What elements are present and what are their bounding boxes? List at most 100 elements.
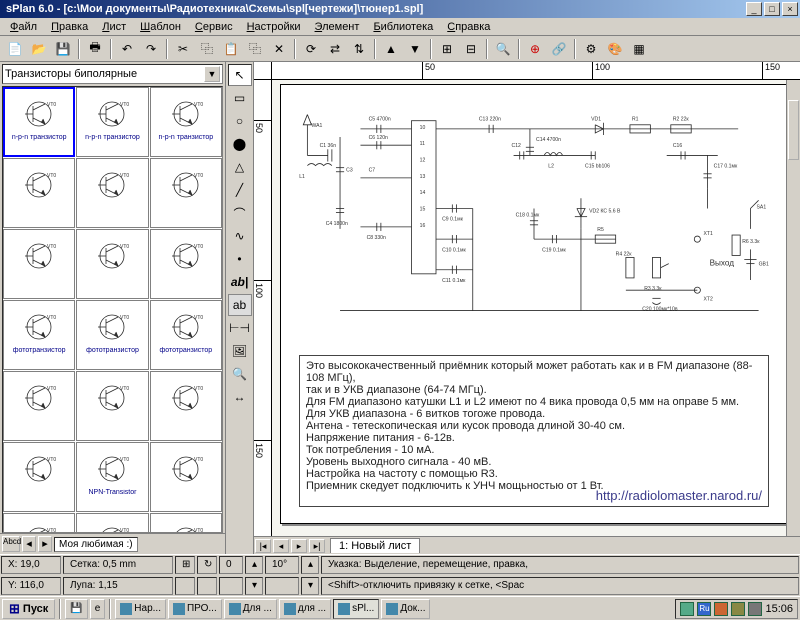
snap-dec2[interactable]: ▾ [301, 577, 319, 595]
zoom-tool[interactable]: 🔍 [228, 363, 252, 385]
zoom-button[interactable]: 🔍 [492, 38, 514, 60]
filled-tool[interactable]: ⬤ [228, 133, 252, 155]
cut-button[interactable]: ✂ [172, 38, 194, 60]
library-item[interactable]: VT0NPN-Transistor [76, 442, 148, 512]
snap-dec[interactable]: ▾ [245, 577, 263, 595]
menu-file[interactable]: Файл [4, 20, 43, 34]
menu-edit[interactable]: Правка [45, 20, 94, 34]
colors-button[interactable]: 🎨 [604, 38, 626, 60]
library-item[interactable]: VT0n-p-n транзистор [76, 87, 148, 157]
library-item[interactable]: VT0 [150, 371, 222, 441]
library-item[interactable]: VT0 [150, 158, 222, 228]
library-item[interactable]: VT0n-p-n транзистор [150, 87, 222, 157]
image-tool[interactable]: 🖼 [228, 340, 252, 362]
front-button[interactable]: ▲ [380, 38, 402, 60]
back-button[interactable]: ▼ [404, 38, 426, 60]
duplicate-button[interactable]: ⿻ [244, 38, 266, 60]
minimize-button[interactable]: _ [746, 2, 762, 16]
library-grid[interactable]: VT0n-p-n транзисторVT0n-p-n транзисторVT… [2, 86, 223, 533]
settings-button[interactable]: ⚙ [580, 38, 602, 60]
library-item[interactable]: VT0 [150, 513, 222, 533]
circle-tool[interactable]: ○ [228, 110, 252, 132]
lang-indicator[interactable]: Ru [697, 602, 711, 616]
tray-icon-2[interactable] [714, 602, 728, 616]
menu-settings[interactable]: Настройки [241, 20, 307, 34]
library-item[interactable]: VT0 [3, 158, 75, 228]
undo-button[interactable]: ↶ [116, 38, 138, 60]
tray-icon-4[interactable] [748, 602, 762, 616]
label-tool[interactable]: ab [228, 294, 252, 316]
maximize-button[interactable]: □ [764, 2, 780, 16]
paste-button[interactable]: 📋 [220, 38, 242, 60]
mirror-v-button[interactable]: ⇅ [348, 38, 370, 60]
library-item[interactable]: VT0 [3, 513, 75, 533]
menu-service[interactable]: Сервис [189, 20, 239, 34]
library-item[interactable]: VT0 [76, 158, 148, 228]
library-item[interactable]: VT0 [76, 513, 148, 533]
print-button[interactable]: 🖶 [84, 38, 106, 60]
menu-element[interactable]: Элемент [309, 20, 366, 34]
favorites-tab[interactable]: Моя любимая :) [54, 537, 138, 552]
task-button[interactable]: для ... [279, 599, 331, 619]
rotate-button[interactable]: ⟳ [300, 38, 322, 60]
arc-tool[interactable]: ⌒ [228, 202, 252, 224]
delete-button[interactable]: ✕ [268, 38, 290, 60]
quick-ie[interactable]: e [90, 599, 106, 619]
library-item[interactable]: VT0 [150, 229, 222, 299]
sheet-last[interactable]: ▸| [309, 539, 325, 553]
library-item[interactable]: VT0 [3, 371, 75, 441]
vertical-scrollbar[interactable] [786, 80, 800, 536]
rect-tool[interactable]: ▭ [228, 87, 252, 109]
snap-inc2[interactable]: ▴ [301, 556, 319, 574]
bezier-tool[interactable]: ∿ [228, 225, 252, 247]
fav-nav1[interactable]: ◂ [22, 536, 36, 552]
fav-prev-icon[interactable]: Abcd [2, 536, 20, 552]
system-tray[interactable]: Ru 15:06 [675, 599, 798, 619]
measure-tool[interactable]: ↔ [228, 386, 252, 408]
link-button[interactable]: 🔗 [548, 38, 570, 60]
snap-inc[interactable]: ▴ [245, 556, 263, 574]
fav-nav2[interactable]: ▸ [38, 536, 52, 552]
line-tool[interactable]: ╱ [228, 179, 252, 201]
sheet-first[interactable]: |◂ [255, 539, 271, 553]
task-button[interactable]: Док... [381, 599, 430, 619]
ungroup-button[interactable]: ⊟ [460, 38, 482, 60]
poly-tool[interactable]: △ [228, 156, 252, 178]
sheet-tab-1[interactable]: 1: Новый лист [330, 538, 420, 553]
copy-button[interactable]: ⿻ [196, 38, 218, 60]
new-button[interactable]: 📄 [4, 38, 26, 60]
snap-zero[interactable]: 0 [219, 556, 243, 574]
library-item[interactable]: VT0 [150, 442, 222, 512]
sheet-prev[interactable]: ◂ [273, 539, 289, 553]
menu-sheet[interactable]: Лист [96, 20, 132, 34]
mirror-h-button[interactable]: ⇄ [324, 38, 346, 60]
library-category-combo[interactable]: Транзисторы биполярные ▼ [2, 64, 223, 84]
library-item[interactable]: VT0фототранзистор [150, 300, 222, 370]
snap-toggle[interactable]: ⊞ [175, 556, 195, 574]
menu-library[interactable]: Библиотека [367, 20, 439, 34]
library-item[interactable]: VT0 [3, 442, 75, 512]
component-button[interactable]: ⊕ [524, 38, 546, 60]
library-item[interactable]: VT0фототранзистор [3, 300, 75, 370]
library-item[interactable]: VT0фототранзистор [76, 300, 148, 370]
tray-icon-1[interactable] [680, 602, 694, 616]
start-button[interactable]: ⊞ Пуск [2, 599, 55, 619]
sheet-next[interactable]: ▸ [291, 539, 307, 553]
snap-angle-toggle[interactable]: ↻ [197, 556, 217, 574]
tray-icon-3[interactable] [731, 602, 745, 616]
task-button[interactable]: Нар... [115, 599, 166, 619]
dimension-tool[interactable]: ⊢⊣ [228, 317, 252, 339]
library-item[interactable]: VT0 [76, 229, 148, 299]
chevron-down-icon[interactable]: ▼ [204, 66, 220, 82]
drawing-area[interactable]: WA1 C1 36n L1 C3 C4 1800n [272, 80, 800, 536]
quick-save[interactable]: 💾 [65, 599, 87, 619]
menu-template[interactable]: Шаблон [134, 20, 187, 34]
text-tool[interactable]: ab| [228, 271, 252, 293]
task-button[interactable]: Для ... [224, 599, 277, 619]
snap-angle-value[interactable]: 10° [265, 556, 299, 574]
group-button[interactable]: ⊞ [436, 38, 458, 60]
open-button[interactable]: 📂 [28, 38, 50, 60]
redo-button[interactable]: ↷ [140, 38, 162, 60]
library-item[interactable]: VT0 [3, 229, 75, 299]
task-button[interactable]: sPl... [333, 599, 379, 619]
